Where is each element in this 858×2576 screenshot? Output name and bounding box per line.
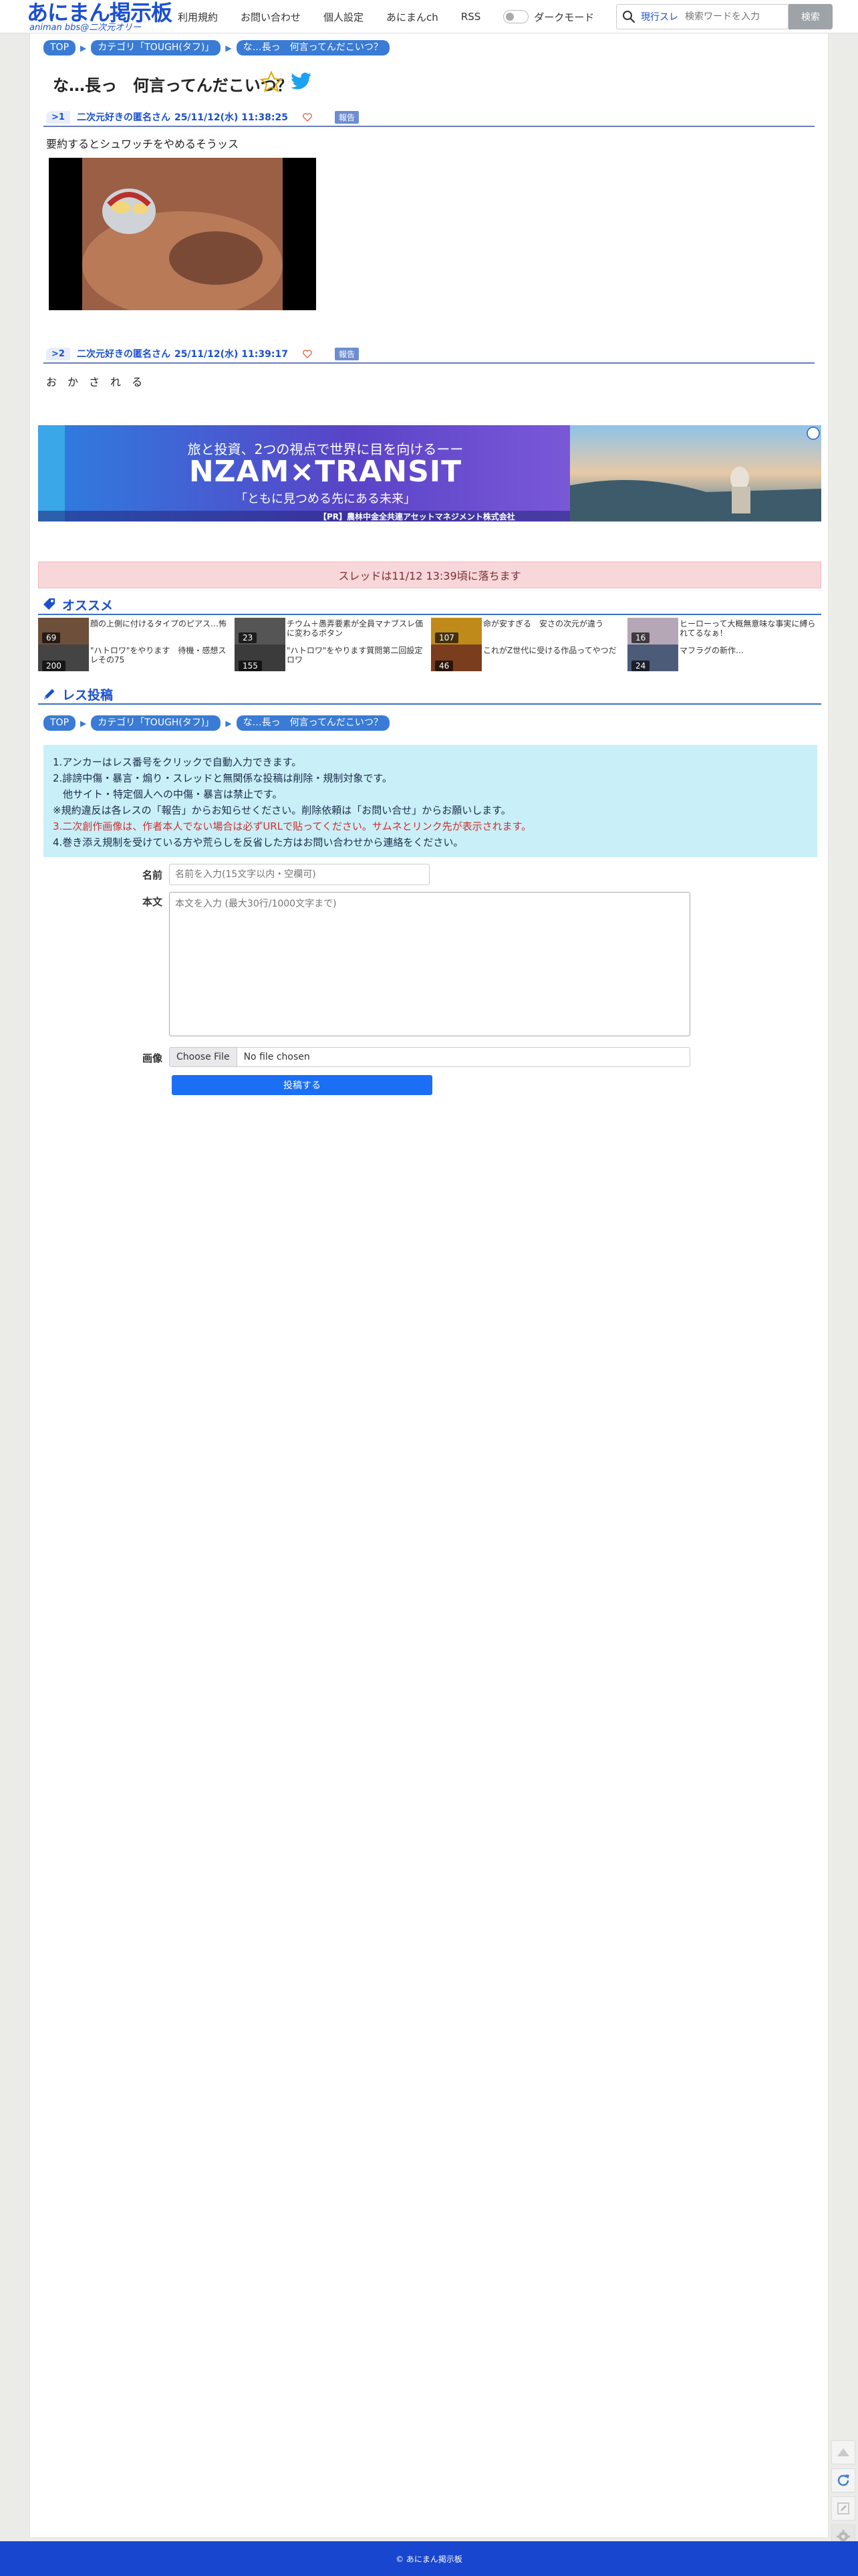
rule-line: 1.アンカーはレス番号をクリックで自動入力できます。 xyxy=(53,756,302,768)
compose-button[interactable] xyxy=(831,2496,855,2521)
name-label: 名前 xyxy=(142,869,163,881)
crumb-thread[interactable]: な…長っ 何言ってんだこいつ？ xyxy=(236,715,390,731)
ad-banner[interactable]: 旅と投資、2つの視点で世界に目を向けるーー NZAM×TRANSIT 「ともに見… xyxy=(38,425,821,521)
ad-brand: NZAM×TRANSIT xyxy=(188,455,462,489)
recommend-list: 69 200 顔の上側に付けるタイプのピアス…怖 23 155 チウム＋愚弄要素が全員マナ… xyxy=(38,618,821,673)
reload-button[interactable] xyxy=(831,2468,855,2492)
post-body: 要約するとシュワッチをやめるそうッス xyxy=(46,138,239,150)
arrow-up-icon xyxy=(837,2448,849,2456)
twitter-share-icon[interactable] xyxy=(291,72,312,94)
crumb-category[interactable]: カテゴリ「TOUGH(タフ)」 xyxy=(91,715,221,731)
thread-closing-notice: スレッドは11/12 13:39頃に落ちます xyxy=(38,562,821,588)
nav-terms[interactable]: 利用規約 xyxy=(178,10,218,24)
post-header: >2 二次元好きの匿名さん 25/11/12(水) 11:39:17 報告 xyxy=(43,345,815,364)
logo-title: あにまん掲示板 xyxy=(27,0,172,25)
post-date: 25/11/12(水) 11:38:25 xyxy=(174,112,288,123)
page-title: な…長っ 何言ってんだこいつ？ xyxy=(53,76,293,95)
rule-line: 2.誹謗中傷・暴言・煽り・スレッドと無関係な投稿は削除・規制対象です。 xyxy=(53,772,392,784)
recommend-title-text[interactable]: これがZ世代に受ける作品ってやつだ xyxy=(483,646,623,655)
reload-icon xyxy=(837,2474,849,2486)
post-form-heading: レス投稿 xyxy=(38,685,821,705)
post-number[interactable]: >1 xyxy=(46,110,70,124)
rule-line: 4.巻き添え規制を受けている方や荒らしを反省した方はお問い合わせから連絡をくださ… xyxy=(53,836,464,848)
recommend-heading: オススメ xyxy=(38,595,821,615)
main-content: TOP ▶ カテゴリ「TOUGH(タフ)」 ▶ な…長っ 何言ってんだこいつ？ … xyxy=(29,33,829,2537)
report-button[interactable]: 報告 xyxy=(334,110,359,124)
nav-rss[interactable]: RSS xyxy=(461,11,480,23)
crumb-category[interactable]: カテゴリ「TOUGH(タフ)」 xyxy=(91,40,221,55)
nav-contact[interactable]: お問い合わせ xyxy=(241,10,301,24)
recommend-title: オススメ xyxy=(62,598,114,613)
search-button[interactable]: 検索 xyxy=(789,4,833,29)
body-textarea[interactable] xyxy=(169,892,690,1036)
post-image[interactable] xyxy=(49,158,316,310)
dark-mode-toggle[interactable]: ダークモード xyxy=(503,10,594,24)
recommend-title-text[interactable]: マフラグの新作… xyxy=(680,646,820,655)
heart-icon[interactable] xyxy=(303,112,312,122)
site-logo[interactable]: あにまん掲示板 animan bbs@二次元オリー xyxy=(27,1,172,32)
site-header: あにまん掲示板 animan bbs@二次元オリー 利用規約 お問い合わせ 個人… xyxy=(0,0,858,33)
chevron-right-icon: ▶ xyxy=(225,718,232,728)
site-footer: © あにまん掲示板 xyxy=(0,2541,858,2576)
post-body: お か さ れ る xyxy=(46,376,143,388)
search-input[interactable] xyxy=(685,11,785,22)
breadcrumb: TOP ▶ カテゴリ「TOUGH(タフ)」 ▶ な…長っ 何言ってんだこいつ？ xyxy=(43,40,390,55)
recommend-title-text[interactable]: "ハトロワ"をやります 待機・感想スレその75 xyxy=(90,646,231,665)
chevron-right-icon: ▶ xyxy=(225,43,232,53)
poster-name: 二次元好きの匿名さん xyxy=(76,349,170,360)
pencil-icon xyxy=(42,687,57,701)
poster-name: 二次元好きの匿名さん xyxy=(76,112,170,123)
tag-icon xyxy=(42,597,57,612)
copyright: © あにまん掲示板 xyxy=(396,2554,462,2564)
image-file-input[interactable]: Choose File No file chosen xyxy=(169,1047,690,1067)
image-label: 画像 xyxy=(142,1052,163,1064)
recommend-item[interactable]: これがZ世代に受ける作品ってやつだ xyxy=(431,618,625,671)
post-number[interactable]: >2 xyxy=(46,347,70,360)
crumb-top[interactable]: TOP xyxy=(43,40,76,55)
body-label: 本文 xyxy=(142,896,163,908)
heart-icon[interactable] xyxy=(303,349,312,358)
rule-line: 3.二次創作画像は、作者本人でない場合は必ずURLで貼ってください。サムネとリン… xyxy=(53,820,532,832)
crumb-top[interactable]: TOP xyxy=(43,715,76,731)
recommend-title-text[interactable]: "ハトロワ"をやります質問第二回設定ロワ xyxy=(287,646,427,665)
dark-mode-label: ダークモード xyxy=(534,11,595,23)
search-icon xyxy=(617,10,641,23)
nav-settings[interactable]: 個人設定 xyxy=(323,10,364,24)
rule-line: 他サイト・特定個人への中傷・暴言は禁止です。 xyxy=(53,788,283,800)
top-nav: 利用規約 お問い合わせ 個人設定 あにまんch RSS ダークモード xyxy=(178,0,594,33)
nav-animanch[interactable]: あにまんch xyxy=(386,10,438,24)
post-header: >1 二次元好きの匿名さん 25/11/12(水) 11:38:25 報告 xyxy=(43,108,815,127)
choose-file-button[interactable]: Choose File xyxy=(170,1048,237,1066)
post-form-title: レス投稿 xyxy=(62,687,114,703)
edit-icon xyxy=(837,2502,849,2514)
toggle-switch[interactable] xyxy=(503,10,529,23)
search-scope-select[interactable]: 現行スレ xyxy=(641,10,678,23)
file-status: No file chosen xyxy=(243,1052,310,1062)
search-box: 現行スレ xyxy=(616,4,789,29)
recommend-item[interactable]: "ハトロワ"をやります質問第二回設定ロワ xyxy=(235,618,428,671)
breadcrumb: TOP ▶ カテゴリ「TOUGH(タフ)」 ▶ な…長っ 何言ってんだこいつ？ xyxy=(43,715,390,731)
recommend-item[interactable]: "ハトロワ"をやります 待機・感想スレその75 xyxy=(38,618,232,671)
name-field[interactable] xyxy=(169,864,430,885)
ad-tagline: 「ともに見つめる先にある未来」 xyxy=(235,492,416,506)
posting-rules: 1.アンカーはレス番号をクリックで自動入力できます。 2.誹謗中傷・暴言・煽り・… xyxy=(43,745,817,857)
chevron-right-icon: ▶ xyxy=(80,43,87,53)
ad-sponsor: 【PR】農林中金全共連アセットマネジメント株式会社 xyxy=(319,512,515,521)
submit-button[interactable]: 投稿する xyxy=(172,1075,432,1095)
recommend-item[interactable]: マフラグの新作… xyxy=(627,618,821,671)
favorite-star-icon[interactable] xyxy=(259,70,283,95)
scroll-top-button[interactable] xyxy=(831,2440,855,2464)
crumb-thread[interactable]: な…長っ 何言ってんだこいつ？ xyxy=(236,40,390,55)
rule-line: ※規約違反は各レスの「報告」からお知らせください。削除依頼は「お問い合せ」からお… xyxy=(53,804,511,816)
report-button[interactable]: 報告 xyxy=(334,347,359,360)
post-date: 25/11/12(水) 11:39:17 xyxy=(174,349,288,360)
chevron-right-icon: ▶ xyxy=(80,718,87,728)
